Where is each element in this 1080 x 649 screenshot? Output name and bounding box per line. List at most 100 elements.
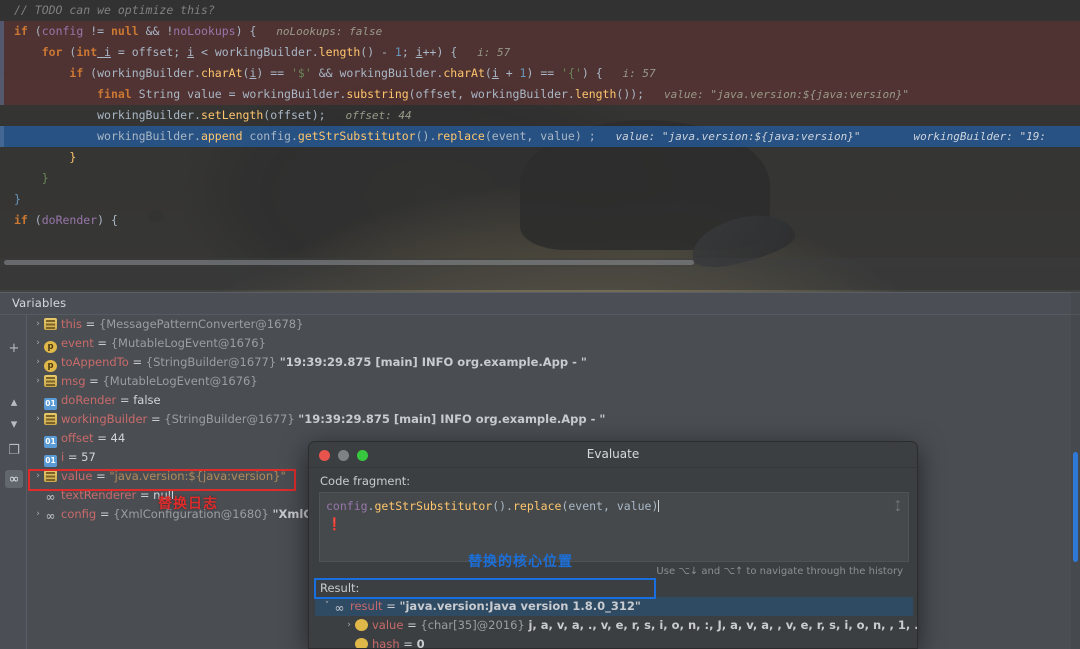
- variable-row[interactable]: › workingBuilder = {StringBuilder@1677} "…: [28, 410, 1080, 429]
- debugger-scroll-thumb[interactable]: [1073, 452, 1078, 562]
- code-line[interactable]: workingBuilder.setLength(offset); offset…: [0, 105, 1080, 126]
- result-rows-container: ˅ ∞ result = "java.version:Java version 1.…: [315, 597, 917, 648]
- variable-equals: =: [85, 374, 103, 388]
- code-line[interactable]: for (int i = offset; i < workingBuilder.…: [0, 42, 1080, 63]
- code-line[interactable]: if (doRender) {: [0, 210, 1080, 231]
- add-watch-icon[interactable]: +: [5, 339, 23, 357]
- annotation-red-label: 替换日志: [158, 496, 218, 512]
- variable-value: 44: [110, 431, 126, 445]
- move-up-icon[interactable]: ▴: [5, 393, 23, 411]
- param-result-icon: [355, 638, 368, 648]
- code-line[interactable]: }: [0, 189, 1080, 210]
- annotation-blue-label: 替换的核心位置: [468, 554, 573, 570]
- variable-reference: {MessagePatternConverter@1678}: [98, 317, 304, 331]
- code-token: ) {: [97, 213, 118, 227]
- expand-editor-icon[interactable]: ⤡: [890, 498, 905, 514]
- result-equals: =: [403, 618, 421, 632]
- variable-reference: {MutableLogEvent@1676}: [102, 374, 258, 388]
- variable-row[interactable]: › msg = {MutableLogEvent@1676}: [28, 372, 1080, 391]
- intention-bulb-icon[interactable]: ❗: [327, 518, 342, 531]
- variable-equals: =: [81, 317, 99, 331]
- code-line[interactable]: if (config != null && !noLookups) { noLo…: [0, 21, 1080, 42]
- divider-icon: [5, 367, 23, 385]
- code-fragment-input[interactable]: config.getStrSubstitutor().replace(event…: [319, 492, 909, 562]
- expand-chevron-icon[interactable]: ›: [343, 616, 355, 635]
- move-down-icon[interactable]: ▾: [5, 415, 23, 433]
- code-token: = offset;: [110, 45, 188, 59]
- code-token: () -: [360, 45, 395, 59]
- evaluate-titlebar[interactable]: Evaluate: [309, 442, 917, 468]
- code-token: length: [574, 87, 617, 101]
- code-line[interactable]: }: [0, 168, 1080, 189]
- expand-chevron-icon[interactable]: ›: [32, 467, 44, 486]
- code-editor[interactable]: // TODO can we optimize this? if (config …: [0, 0, 1080, 290]
- history-hint-text: Use ⌥↓ and ⌥↑ to navigate through the hi…: [656, 566, 903, 577]
- editor-horizontal-scrollbar[interactable]: [0, 258, 1080, 267]
- variable-reference: {StringBuilder@1677}: [164, 412, 299, 426]
- code-token: setLength: [200, 108, 264, 122]
- evaluate-dialog: Evaluate Code fragment: config.getStrSub…: [308, 441, 918, 649]
- code-token: }: [69, 150, 77, 164]
- prim-variable-icon: 01: [44, 436, 57, 448]
- code-token: ().: [415, 129, 437, 143]
- variable-row[interactable]: 01 doRender = false: [28, 391, 1080, 410]
- inf-result-icon: ∞: [334, 601, 345, 615]
- expand-chevron-icon[interactable]: ›: [32, 334, 44, 353]
- code-line[interactable]: workingBuilder.append config.getStrSubst…: [0, 126, 1080, 147]
- expand-chevron-icon[interactable]: ›: [32, 315, 44, 334]
- result-row[interactable]: hash = 0: [315, 635, 913, 648]
- code-token: replace: [436, 129, 485, 143]
- variable-name: this: [61, 317, 82, 331]
- code-token: (event, value): [484, 129, 582, 143]
- result-tree[interactable]: ˅ ∞ result = "java.version:Java version 1.…: [315, 597, 917, 648]
- code-line[interactable]: // TODO can we optimize this?: [0, 0, 1080, 21]
- code-lines-container: // TODO can we optimize this? if (config …: [0, 0, 1080, 231]
- code-token: +: [498, 66, 520, 80]
- code-token: final: [97, 87, 132, 101]
- debugger-vertical-scrollbar[interactable]: [1071, 292, 1080, 649]
- code-fragment-label: Code fragment:: [320, 474, 411, 488]
- expand-chevron-icon[interactable]: ›: [32, 410, 44, 429]
- code-line[interactable]: final String value = workingBuilder.subs…: [0, 84, 1080, 105]
- code-token: if: [69, 66, 84, 80]
- code-token: ;: [581, 129, 596, 143]
- variable-equals: =: [116, 393, 134, 407]
- result-row[interactable]: ˅ ∞ result = "java.version:Java version 1.…: [315, 597, 913, 616]
- result-value: j, a, v, a, ., v, e, r, s, i, o, n, :, J…: [528, 618, 917, 632]
- text-caret: [658, 500, 660, 512]
- code-token: (offset);: [263, 108, 326, 122]
- code-token: ) {: [581, 66, 603, 80]
- variable-name: workingBuilder: [61, 412, 148, 426]
- variable-row[interactable]: › this = {MessagePatternConverter@1678}: [28, 315, 1080, 334]
- result-name: result: [350, 599, 383, 613]
- variable-equals: =: [147, 412, 165, 426]
- code-token: (offset, workingBuilder.: [408, 87, 575, 101]
- expand-chevron-icon[interactable]: ›: [32, 353, 44, 372]
- editor-scroll-thumb[interactable]: [4, 260, 694, 265]
- code-token: value: "java.version:${java:version}" wo…: [595, 130, 1046, 143]
- variable-value: false: [133, 393, 161, 407]
- variable-row[interactable]: › p toAppendTo = {StringBuilder@1677} "19:…: [28, 353, 1080, 372]
- watches-icon[interactable]: ∞: [5, 470, 23, 488]
- tab-variables[interactable]: Variables: [12, 296, 66, 310]
- variable-row[interactable]: › p event = {MutableLogEvent@1676}: [28, 334, 1080, 353]
- code-line[interactable]: }: [0, 147, 1080, 168]
- code-token: value: "java.version:${java:version}": [644, 88, 909, 101]
- result-value: "java.version:Java version 1.8.0_312": [399, 599, 641, 613]
- code-token: ) {: [235, 24, 257, 38]
- code-token: String: [131, 87, 181, 101]
- variable-value: "19:39:29.875 [main] INFO org.example.Ap…: [279, 355, 587, 369]
- result-name: value: [372, 618, 404, 632]
- expand-chevron-icon[interactable]: ˅: [321, 597, 333, 616]
- copy-value-icon[interactable]: ❐: [5, 441, 23, 459]
- code-token: value = workingBuilder.: [180, 87, 347, 101]
- code-token: int: [76, 45, 98, 59]
- expand-chevron-icon[interactable]: ›: [32, 505, 44, 524]
- expand-chevron-icon[interactable]: ›: [32, 372, 44, 391]
- code-line[interactable]: if (workingBuilder.charAt(i) == '$' && w…: [0, 63, 1080, 84]
- result-row[interactable]: › value = {char[35]@2016} j, a, v, a, ., …: [315, 616, 917, 635]
- code-token: i: [491, 66, 499, 80]
